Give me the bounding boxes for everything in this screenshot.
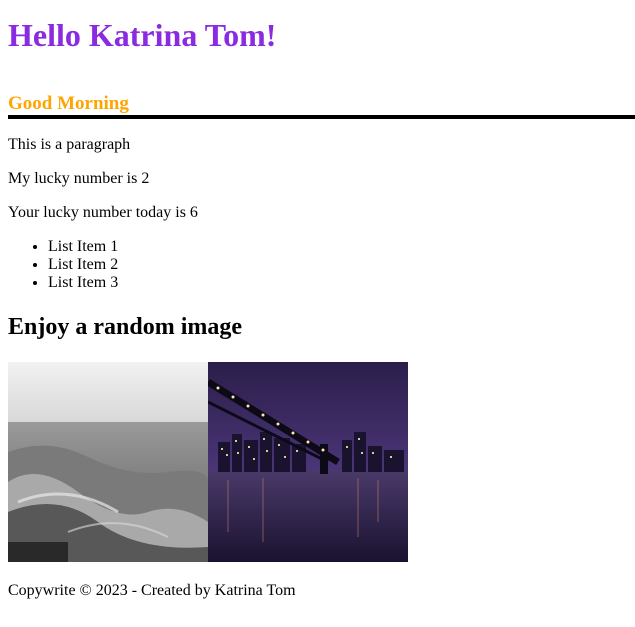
item-list: List Item 1 List Item 2 List Item 3 <box>8 238 635 292</box>
subgreeting-heading: Good Morning <box>8 93 129 114</box>
image-heading: Enjoy a random image <box>8 314 242 340</box>
list-item: List Item 1 <box>48 238 635 256</box>
list-item: List Item 3 <box>48 274 635 292</box>
ocean-waves-image <box>8 362 208 562</box>
today-lucky-paragraph: Your lucky number today is 6 <box>8 204 198 221</box>
bridge-city-night-image <box>208 362 408 562</box>
intro-paragraph: This is a paragraph <box>8 136 131 153</box>
image-gallery <box>8 362 635 562</box>
page: Hello Katrina Tom! Good Morning This is … <box>0 0 635 600</box>
footer-text: Copywrite © 2023 - Created by Katrina To… <box>8 582 296 599</box>
greeting-heading: Hello Katrina Tom! <box>8 17 277 53</box>
list-item: List Item 2 <box>48 256 635 274</box>
lucky-number-paragraph: My lucky number is 2 <box>8 170 150 187</box>
divider <box>8 115 635 119</box>
